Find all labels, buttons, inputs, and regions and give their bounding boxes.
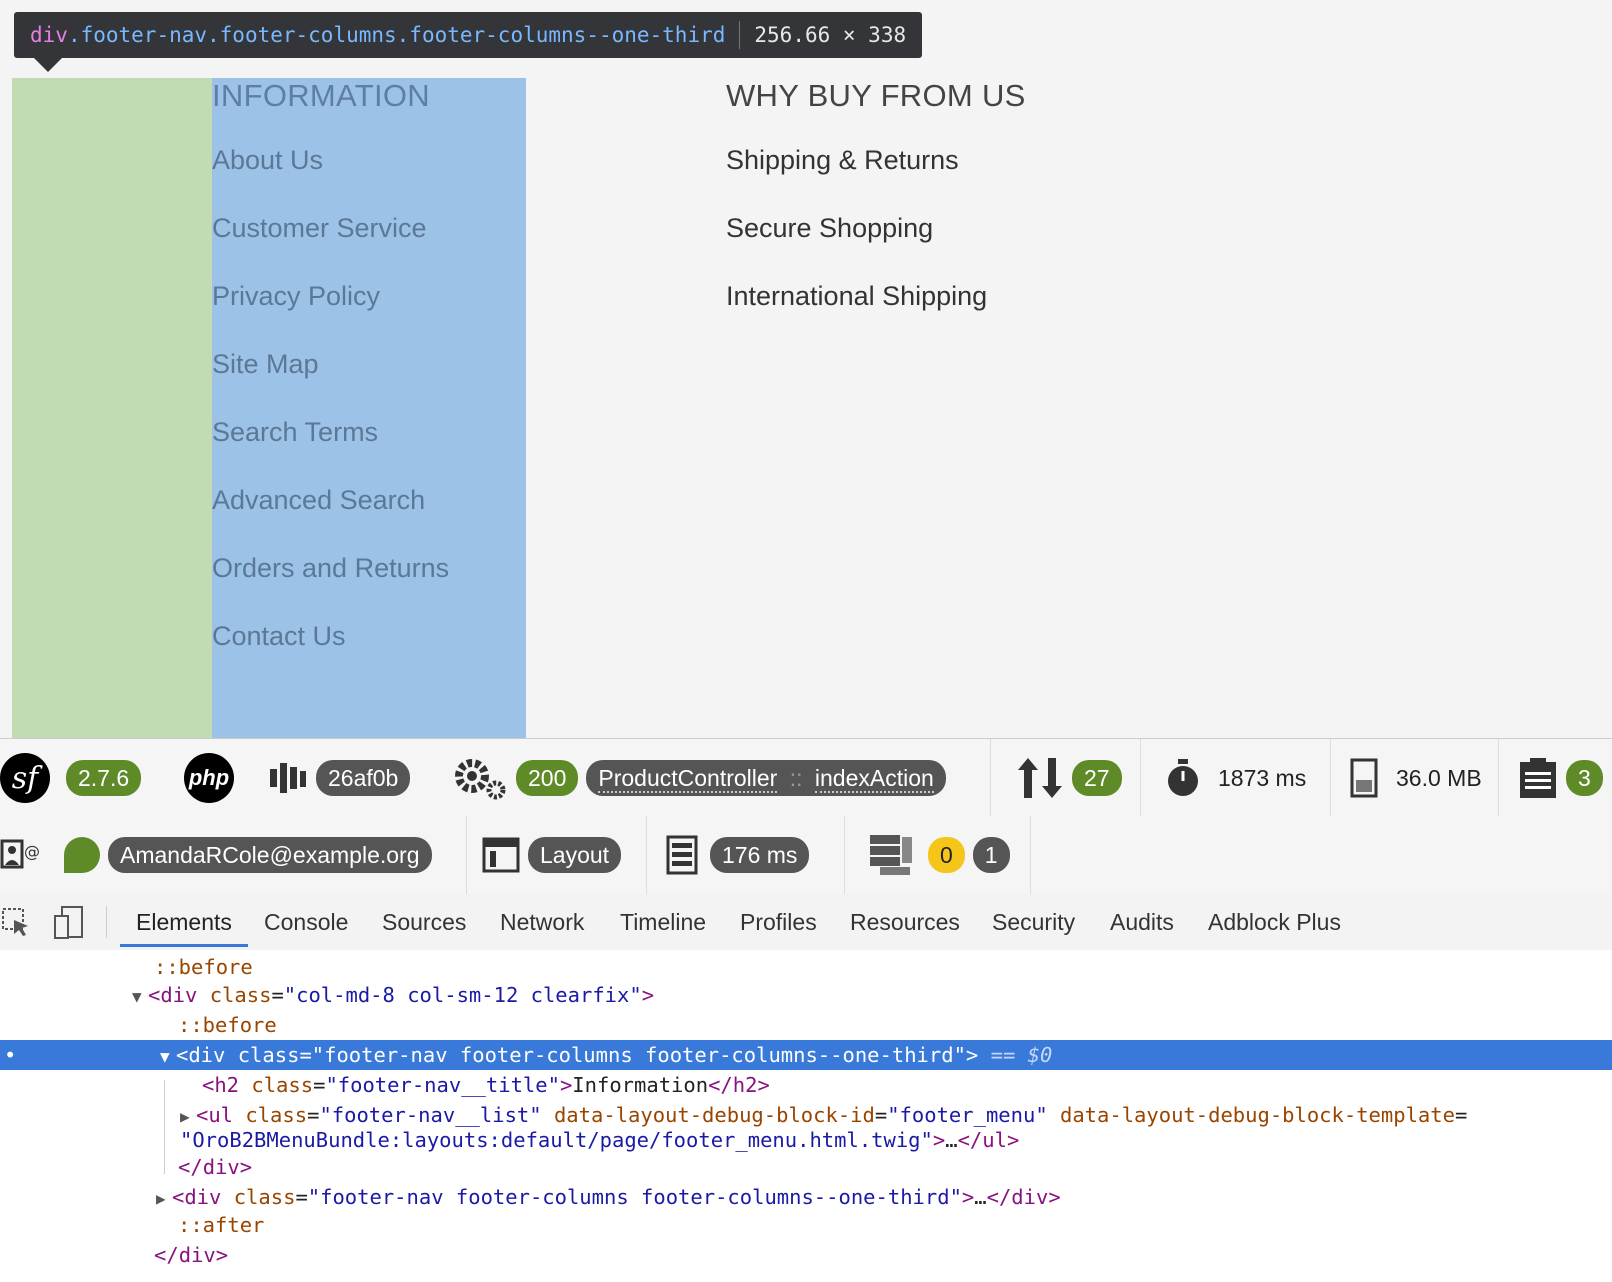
memory-block[interactable]: 36.0 MB	[1350, 739, 1482, 817]
device-toolbar-icon[interactable]	[54, 906, 84, 940]
clipboard-icon	[1520, 758, 1556, 798]
layout-icon	[482, 837, 520, 873]
updown-arrows-icon	[1018, 758, 1062, 798]
footer-link[interactable]: International Shipping	[726, 262, 1026, 330]
tab-elements[interactable]: Elements	[136, 894, 232, 950]
php-logo-icon: php	[184, 753, 234, 803]
inspect-tooltip: div .footer-nav.footer-columns.footer-col…	[14, 12, 923, 58]
time-block[interactable]: 1873 ms	[1166, 739, 1306, 817]
user-status-dot	[64, 837, 100, 873]
symfony-version-block[interactable]: sf 2.7.6	[0, 739, 142, 817]
footer-link[interactable]: About Us	[212, 126, 449, 194]
status-code-badge: 200	[516, 760, 579, 796]
database-icon	[666, 835, 698, 875]
layout-badge: Layout	[528, 837, 622, 873]
footer-link[interactable]: Contact Us	[212, 602, 449, 670]
controller-badge: ProductController :: indexAction	[586, 760, 946, 796]
dom-node-col-div[interactable]: ▼ <div class="col-md-8 col-sm-12 clearfix…	[132, 980, 654, 1010]
footer-link[interactable]: Privacy Policy	[212, 262, 449, 330]
memory-icon	[1350, 758, 1378, 798]
request-status-block[interactable]: 200 ProductController :: indexAction	[452, 739, 946, 817]
tab-resources[interactable]: Resources	[850, 894, 960, 950]
stopwatch-icon	[1168, 759, 1198, 796]
tab-timeline[interactable]: Timeline	[620, 894, 706, 950]
controller-action: indexAction	[814, 765, 934, 793]
tab-audits[interactable]: Audits	[1110, 894, 1174, 950]
dom-node-after[interactable]: ::after	[178, 1210, 264, 1240]
dom-node-div-close: </div>	[154, 1243, 229, 1267]
php-info-block[interactable]: php	[184, 739, 234, 817]
cache-count-badge: 1	[972, 837, 1010, 873]
symfony-toolbar-row1: sf 2.7.6 php 26af0b 200 ProductControlle…	[0, 738, 1612, 818]
tab-adblock-plus[interactable]: Adblock Plus	[1208, 894, 1341, 950]
gears-icon	[455, 759, 506, 800]
tooltip-arrow	[34, 58, 62, 72]
layout-block[interactable]: Layout	[482, 816, 622, 894]
symfony-logo-icon: sf	[0, 753, 50, 803]
cache-block[interactable]: 0 1	[866, 816, 1010, 894]
server-stack-icon	[870, 835, 912, 875]
footer-link[interactable]: Customer Service	[212, 194, 449, 262]
dom-node-h2[interactable]: <h2 class="footer-nav__title">Informatio…	[202, 1070, 770, 1100]
dom-node-ul-continued: "OroB2BMenuBundle:layouts:default/page/f…	[180, 1128, 1020, 1152]
footer-column-why-buy: WHY BUY FROM US Shipping & Returns Secur…	[726, 78, 1026, 330]
tab-profiles[interactable]: Profiles	[740, 894, 817, 950]
dom-node-div-close: </div>	[178, 1155, 253, 1179]
db-time-block[interactable]: 176 ms	[662, 816, 810, 894]
user-block[interactable]: @ AmandaRCole@example.org	[0, 816, 432, 894]
footer-link[interactable]: Shipping & Returns	[726, 126, 1026, 194]
tab-network[interactable]: Network	[500, 894, 584, 950]
footer-link[interactable]: Search Terms	[212, 398, 449, 466]
logs-block[interactable]: 3	[1518, 739, 1603, 817]
cache-warning-badge: 0	[928, 837, 965, 873]
active-tab-indicator	[120, 944, 248, 947]
dom-node-before[interactable]: ::before	[154, 952, 253, 982]
dom-node-selected[interactable]: • ▼ <div class="footer-nav footer-columns …	[0, 1040, 1612, 1070]
requests-count-badge: 27	[1072, 760, 1122, 796]
user-email-badge: AmandaRCole@example.org	[108, 837, 432, 873]
footer-link[interactable]: Advanced Search	[212, 466, 449, 534]
tooltip-classes: .footer-nav.footer-columns.footer-column…	[67, 23, 726, 47]
footer-title-why-buy: WHY BUY FROM US	[726, 78, 1026, 113]
tooltip-dimensions: 256.66 × 338	[754, 23, 907, 47]
logs-count-badge: 3	[1566, 760, 1603, 796]
dom-node-before[interactable]: ::before	[178, 1010, 277, 1040]
db-time-badge: 176 ms	[710, 837, 810, 873]
profiler-bars-icon	[270, 763, 306, 793]
tab-sources[interactable]: Sources	[382, 894, 466, 950]
inspect-highlight-margin	[12, 78, 212, 754]
footer-column-information: INFORMATION About Us Customer Service Pr…	[212, 78, 449, 670]
storefront-page: INFORMATION About Us Customer Service Pr…	[0, 0, 1612, 754]
dom-node-div-sibling[interactable]: ▶ <div class="footer-nav footer-columns f…	[156, 1182, 1061, 1212]
ajax-requests-block[interactable]: 27	[1016, 739, 1122, 817]
inspect-element-icon[interactable]	[2, 908, 32, 938]
user-email-icon: @	[0, 839, 40, 869]
controller-name: ProductController	[598, 765, 778, 793]
tab-security[interactable]: Security	[992, 894, 1075, 950]
svg-text:@: @	[24, 842, 40, 861]
tooltip-tag: div	[30, 23, 68, 47]
footer-title-information: INFORMATION	[212, 78, 430, 113]
profiler-token-badge: 26af0b	[316, 760, 411, 796]
dom-indent-guide	[164, 1080, 165, 1174]
footer-link[interactable]: Site Map	[212, 330, 449, 398]
footer-link[interactable]: Secure Shopping	[726, 194, 1026, 262]
controller-separator: ::	[789, 765, 803, 791]
tab-console[interactable]: Console	[264, 894, 348, 950]
footer-link[interactable]: Orders and Returns	[212, 534, 449, 602]
dom-tree: ::before ▼ <div class="col-md-8 col-sm-12…	[0, 950, 1612, 1282]
symfony-toolbar-row2: @ AmandaRCole@example.org Layout 176 ms …	[0, 816, 1612, 895]
memory-usage: 36.0 MB	[1396, 764, 1482, 791]
devtools-tab-bar: Elements Console Sources Network Timelin…	[0, 894, 1612, 951]
profiler-token-block[interactable]: 26af0b	[268, 739, 411, 817]
request-time: 1873 ms	[1218, 764, 1307, 791]
symfony-version-badge: 2.7.6	[66, 760, 142, 796]
